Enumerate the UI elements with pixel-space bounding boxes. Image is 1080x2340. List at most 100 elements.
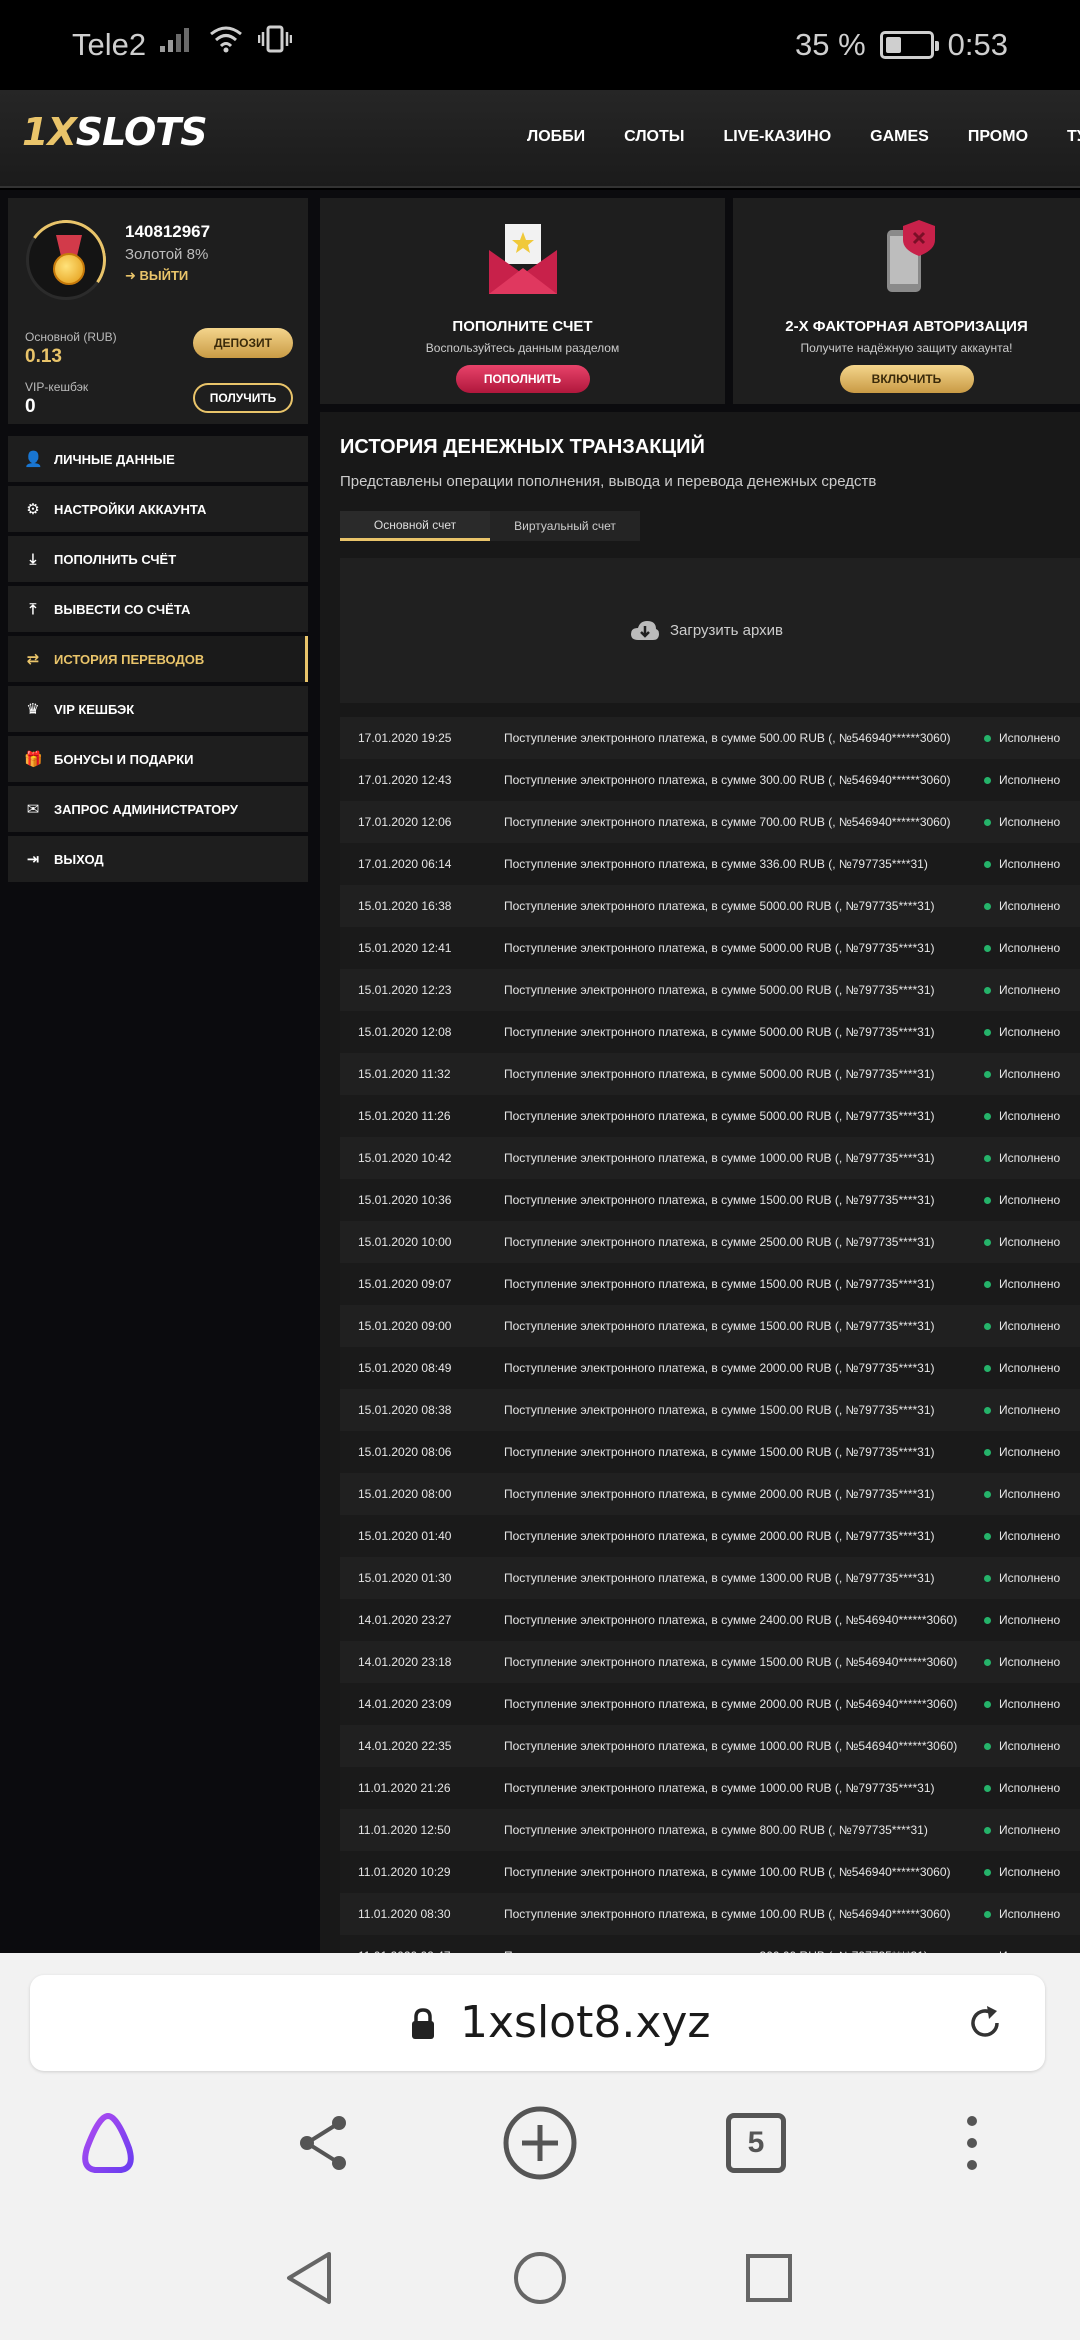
row-description: Поступление электронного платежа, в сумм… — [504, 1235, 935, 1249]
system-nav-bar — [0, 2215, 1080, 2340]
table-row: 15.01.2020 16:38 Поступление электронного… — [340, 885, 1080, 927]
row-status: Исполнено — [984, 1571, 1060, 1585]
table-row: 14.01.2020 23:27 Поступление электронного… — [340, 1599, 1080, 1641]
table-row: 11.01.2020 12:50 Поступление электронного… — [340, 1809, 1080, 1851]
row-description: Поступление электронного платежа, в сумм… — [504, 1361, 935, 1375]
new-tab-button[interactable] — [490, 2103, 590, 2183]
exit-icon: ⇥ — [26, 851, 40, 868]
status-dot-icon — [984, 1196, 991, 1204]
tab-virtual-account[interactable]: Виртуальный счет — [490, 511, 640, 541]
twofa-promo-card: 2-Х ФАКТОРНАЯ АВТОРИЗАЦИЯ Получите надёж… — [733, 198, 1080, 404]
menu-admin-request[interactable]: ✉ ЗАПРОС АДМИНИСТРАТОРУ — [8, 786, 308, 832]
table-row: 11.01.2020 02:47Поступление электронного… — [340, 1935, 1080, 1953]
menu-personal-data[interactable]: 👤 ЛИЧНЫЕ ДАННЫЕ — [8, 436, 308, 482]
plus-circle-icon — [503, 2106, 577, 2180]
table-row: 15.01.2020 12:41 Поступление электронного… — [340, 927, 1080, 969]
table-row: 14.01.2020 22:35 Поступление электронного… — [340, 1725, 1080, 1767]
account-menu: 👤 ЛИЧНЫЕ ДАННЫЕ ⚙ НАСТРОЙКИ АККАУНТА ⤓ ПОПО… — [8, 436, 308, 886]
browser-toolbar: 1xslot8.xyz 5 — [0, 1953, 1080, 2215]
vip-cashback-value: 0 — [25, 396, 36, 417]
tab-main-account[interactable]: Основной счет — [340, 511, 490, 541]
status-dot-icon — [984, 1700, 991, 1708]
download-archive-button[interactable]: Загрузить архив — [340, 558, 1080, 703]
deposit-button[interactable]: ДЕПОЗИТ — [193, 328, 293, 358]
menu-deposit[interactable]: ⤓ ПОПОЛНИТЬ СЧЁТ — [8, 536, 308, 582]
status-dot-icon — [984, 1154, 991, 1162]
nav-live-casino[interactable]: LIVE-КАЗИНО — [723, 128, 831, 146]
deposit-card-button[interactable]: ПОПОЛНИТЬ — [455, 365, 590, 393]
row-status: Исполнено — [984, 1613, 1060, 1627]
status-dot-icon — [984, 1868, 991, 1876]
row-date: 14.01.2020 22:35 — [358, 1739, 452, 1753]
row-date: 15.01.2020 09:00 — [358, 1319, 452, 1333]
logout-link[interactable]: ➜ ВЫЙТИ — [125, 268, 188, 284]
menu-account-settings[interactable]: ⚙ НАСТРОЙКИ АККАУНТА — [8, 486, 308, 532]
recents-icon[interactable] — [744, 2250, 794, 2306]
status-dot-icon — [984, 1784, 991, 1792]
row-description: Поступление электронного платежа, в сумм… — [504, 1823, 928, 1837]
tabs-button[interactable]: 5 — [706, 2103, 806, 2183]
row-description: Поступление электронного платежа, в сумм… — [504, 1739, 958, 1753]
home-icon[interactable] — [512, 2250, 568, 2306]
get-cashback-button[interactable]: ПОЛУЧИТЬ — [193, 383, 293, 413]
battery-percent: 35 % — [794, 27, 866, 62]
status-dot-icon — [984, 1490, 991, 1498]
row-description: Поступление электронного платежа, в сумм… — [504, 1655, 958, 1669]
user-add-icon: 👤 — [24, 451, 43, 468]
row-date: 15.01.2020 12:23 — [358, 983, 452, 997]
site-header: 1XSLOTS ЛОББИ СЛОТЫ LIVE-КАЗИНО GAMES ПР… — [0, 90, 1080, 188]
status-dot-icon — [984, 1910, 991, 1918]
status-bar: Tele2 35 % 0:53 — [0, 0, 1080, 90]
row-date: 15.01.2020 10:36 — [358, 1193, 452, 1207]
address-bar[interactable]: 1xslot8.xyz — [30, 1975, 1045, 2071]
menu-transfer-history[interactable]: ⇄ ИСТОРИЯ ПЕРЕВОДОВ — [8, 636, 308, 682]
row-description: Поступление электронного платежа, в сумм… — [504, 1109, 935, 1123]
row-status: Исполнено — [984, 1529, 1060, 1543]
row-description: Поступление электронного платежа, в сумм… — [504, 1907, 951, 1921]
transactions-panel: ИСТОРИЯ ДЕНЕЖНЫХ ТРАНЗАКЦИЙ Представлены… — [320, 412, 1080, 1953]
menu-withdraw[interactable]: ⤒ ВЫВЕСТИ СО СЧЁТА — [8, 586, 308, 632]
more-menu-button[interactable] — [922, 2103, 1022, 2183]
row-status: Исполнено — [984, 857, 1060, 871]
lock-icon — [412, 2008, 434, 2039]
back-icon[interactable] — [283, 2250, 337, 2306]
alice-button[interactable] — [58, 2103, 158, 2183]
url-text: 1xslot8.xyz — [460, 1997, 711, 2048]
row-status: Исполнено — [984, 1025, 1060, 1039]
row-date: 15.01.2020 08:38 — [358, 1403, 452, 1417]
nav-promo[interactable]: ПРОМО — [968, 128, 1028, 146]
menu-bonuses[interactable]: 🎁 БОНУСЫ И ПОДАРКИ — [8, 736, 308, 782]
row-status: Исполнено — [984, 1277, 1060, 1291]
nav-tournaments[interactable]: ТУРНИ — [1067, 128, 1080, 146]
nav-lobby[interactable]: ЛОББИ — [527, 128, 585, 146]
table-row: 17.01.2020 12:43 Поступление электронного… — [340, 759, 1080, 801]
table-row: 11.01.2020 21:26 Поступление электронного… — [340, 1767, 1080, 1809]
share-button[interactable] — [273, 2103, 373, 2183]
row-description: Поступление электронного платежа, в сумм… — [504, 1067, 935, 1081]
menu-exit[interactable]: ⇥ ВЫХОД — [8, 836, 308, 882]
status-dot-icon — [984, 1616, 991, 1624]
nav-slots[interactable]: СЛОТЫ — [624, 128, 684, 146]
row-date: 15.01.2020 10:42 — [358, 1151, 452, 1165]
nav-games[interactable]: GAMES — [870, 128, 929, 146]
status-dot-icon — [984, 1742, 991, 1750]
table-row: 15.01.2020 01:40 Поступление электронного… — [340, 1515, 1080, 1557]
row-date: 11.01.2020 21:26 — [358, 1781, 451, 1795]
status-right: 35 % 0:53 — [795, 27, 1008, 63]
profile-card: 140812967 Золотой 8% ➜ ВЫЙТИ Основной (R… — [8, 198, 308, 424]
table-row: 15.01.2020 01:30 Поступление электронного… — [340, 1557, 1080, 1599]
row-description: Поступление электронного платежа, в сумм… — [504, 1277, 935, 1291]
twofa-enable-button[interactable]: ВКЛЮЧИТЬ — [839, 365, 974, 393]
row-description: Поступление электронного платежа, в сумм… — [504, 1193, 935, 1207]
row-date: 15.01.2020 01:30 — [358, 1571, 452, 1585]
row-date: 14.01.2020 23:09 — [358, 1697, 452, 1711]
twofa-card-title: 2-Х ФАКТОРНАЯ АВТОРИЗАЦИЯ — [785, 318, 1028, 335]
reload-icon[interactable] — [965, 2003, 1005, 2043]
row-status: Исполнено — [984, 815, 1060, 829]
page-title: ИСТОРИЯ ДЕНЕЖНЫХ ТРАНЗАКЦИЙ — [340, 436, 705, 458]
site-logo[interactable]: 1XSLOTS — [22, 110, 208, 154]
crown-icon: ♛ — [26, 701, 40, 718]
menu-vip-cashback[interactable]: ♛ VIP КЕШБЭК — [8, 686, 308, 732]
row-status: Исполнено — [984, 983, 1060, 997]
row-status: Исполнено — [984, 1739, 1060, 1753]
